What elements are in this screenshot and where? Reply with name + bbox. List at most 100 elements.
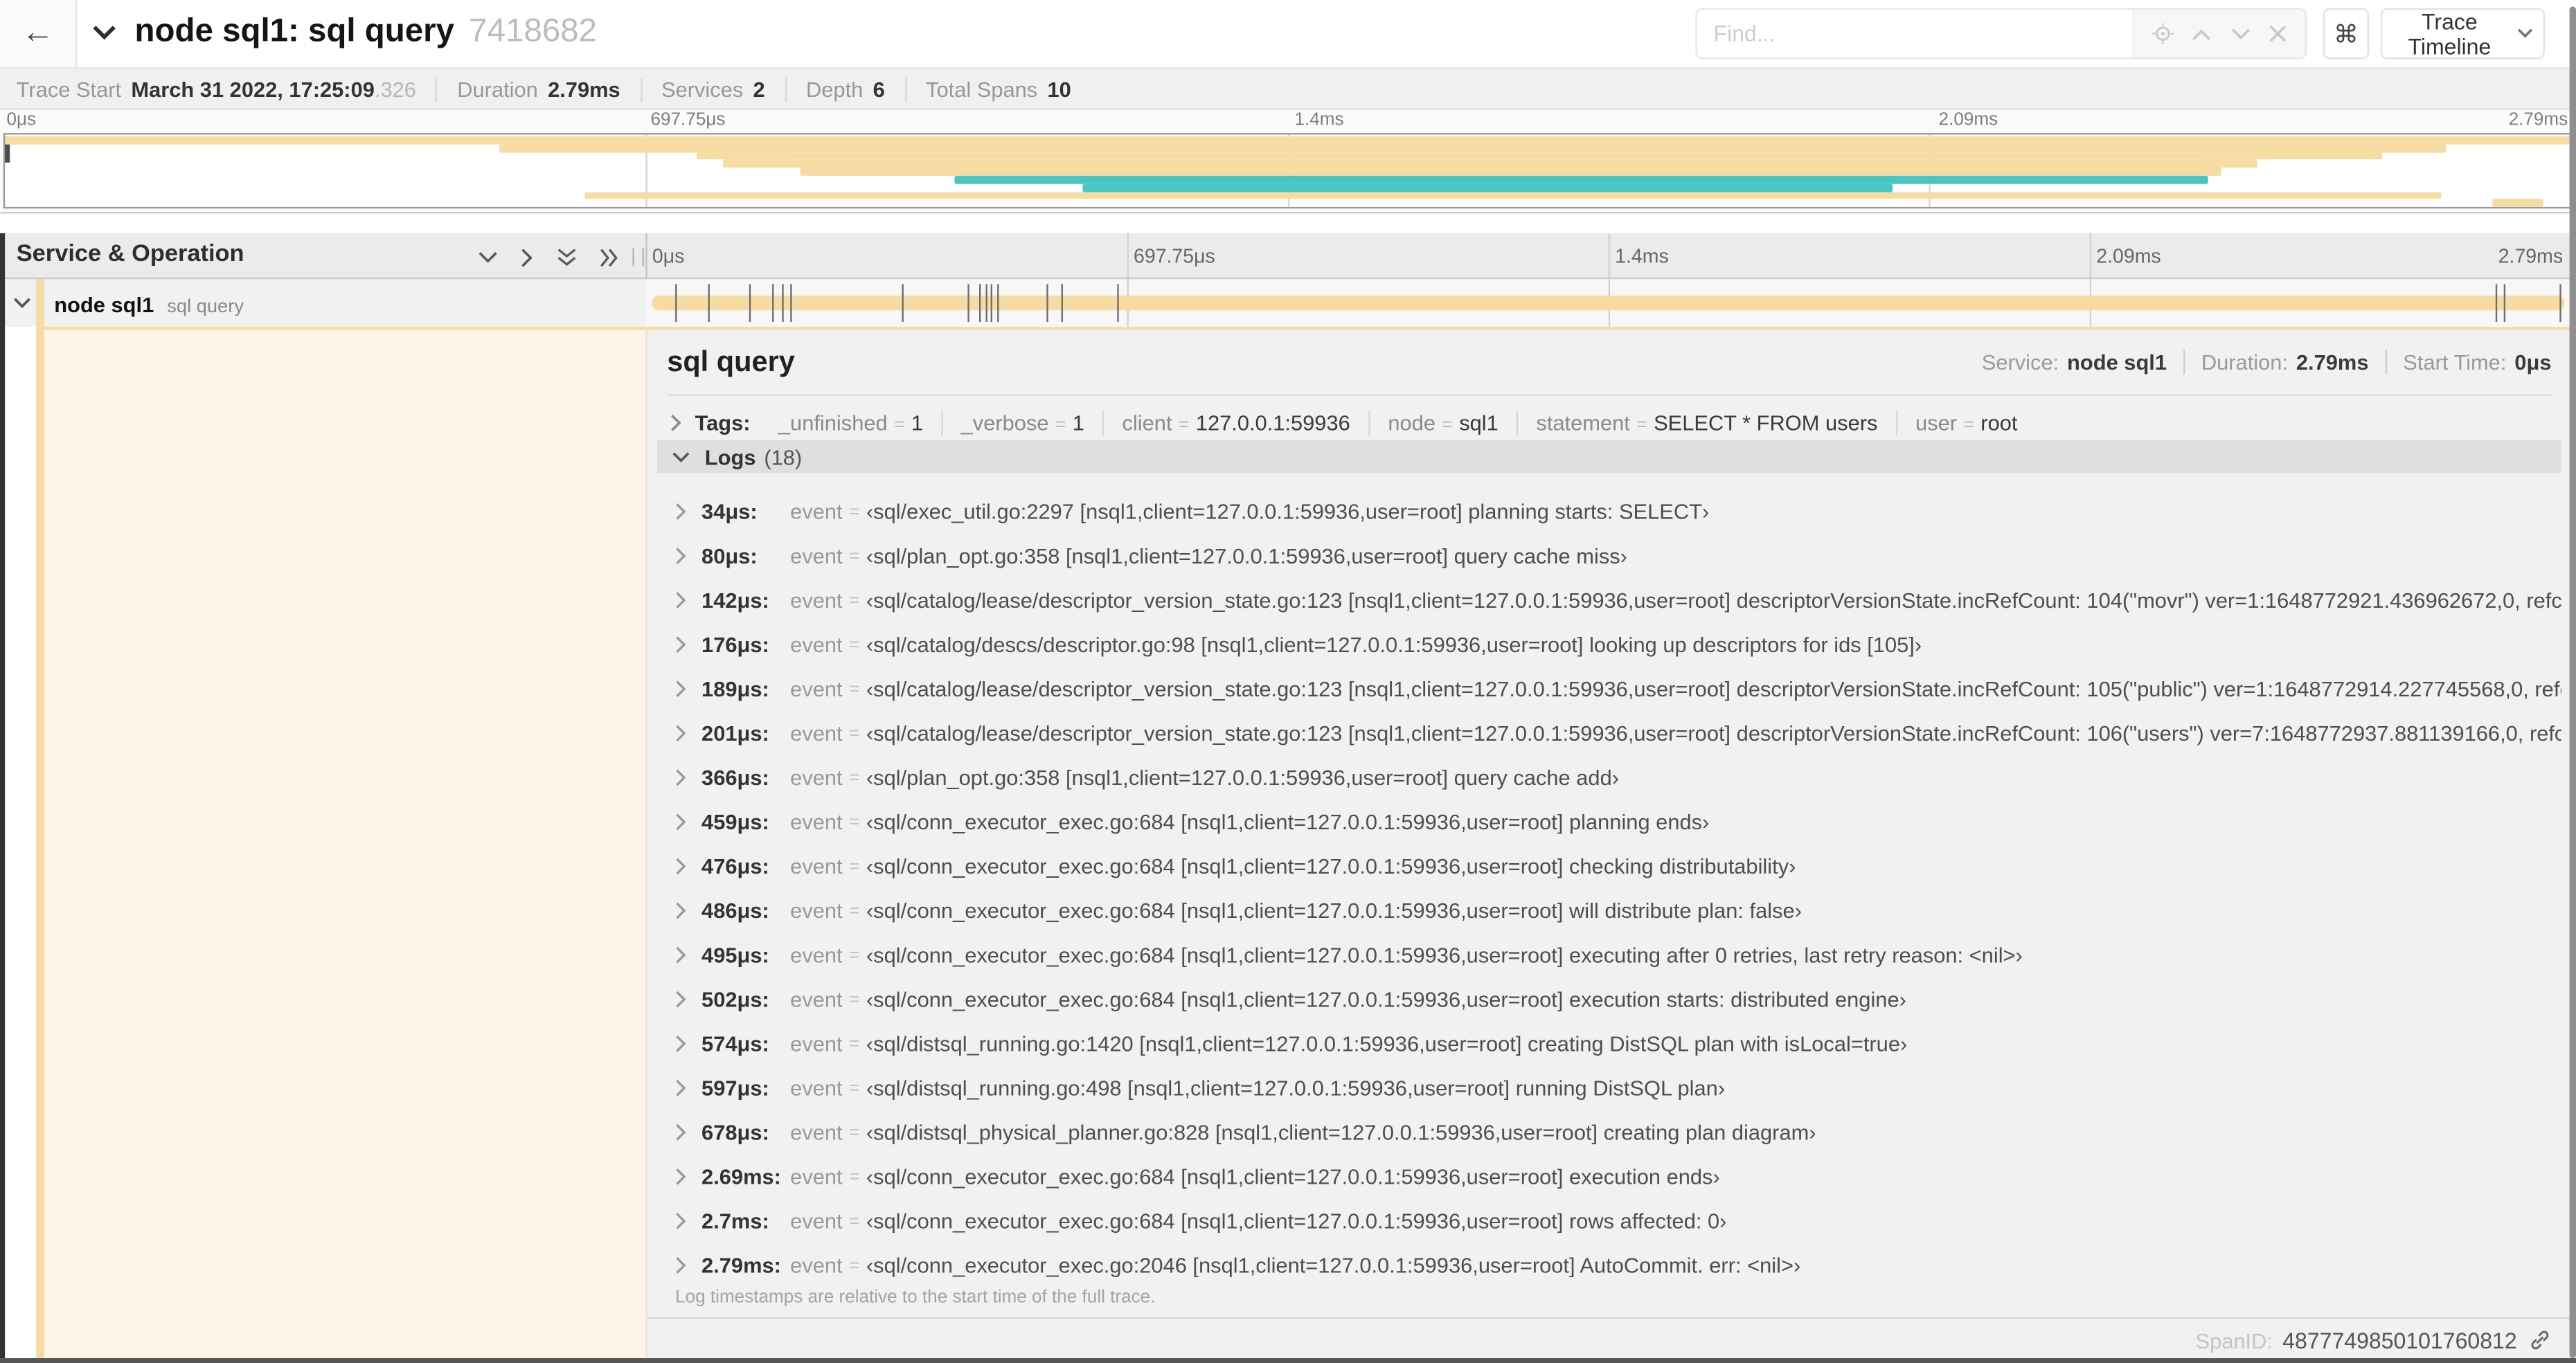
back-button[interactable]: ← (0, 0, 78, 68)
expand-one-icon[interactable] (521, 248, 534, 267)
expand-log-icon[interactable] (675, 1256, 687, 1274)
clear-find-icon[interactable] (2269, 25, 2287, 43)
timeline-tick-label: 697.75μs (1134, 244, 1215, 268)
expand-tags-icon[interactable] (670, 413, 682, 431)
expand-log-icon[interactable] (675, 813, 687, 831)
log-entry[interactable]: 142μs: event = ‹sql/catalog/lease/descri… (657, 578, 2561, 622)
logs-section-header[interactable]: Logs (18) (657, 440, 2561, 473)
expand-log-icon[interactable] (675, 991, 687, 1009)
log-timestamp: 574μs: (701, 1031, 769, 1056)
collapse-one-icon[interactable] (478, 251, 497, 264)
log-entry[interactable]: 678μs: event = ‹sql/distsql_physical_pla… (657, 1110, 2561, 1155)
timeline-tick-label: 0μs (652, 244, 685, 268)
equals-sign: = (849, 723, 860, 743)
keyboard-shortcuts-button[interactable]: ⌘ (2323, 8, 2370, 60)
tag-item: statement = SELECT * FROM users (1518, 409, 1897, 435)
tag-item: _verbose = 1 (943, 409, 1104, 435)
log-entry[interactable]: 574μs: event = ‹sql/distsql_running.go:1… (657, 1022, 2561, 1066)
tag-item: user = root (1897, 410, 2036, 435)
timeline-tick-label: 2.79ms (2508, 109, 2568, 130)
vertical-scrollbar[interactable] (2569, 6, 2576, 1359)
log-value: ‹sql/conn_executor_exec.go:684 [nsql1,cl… (866, 854, 1796, 879)
tags-items: _unfinished = 1 _verbose = 1 client = 127.0.0.1:… (760, 409, 2036, 435)
collapse-trace-icon[interactable] (92, 25, 117, 42)
timeline-minimap[interactable]: 0μs 697.75μs 1.4ms 2.09ms 2.79ms (0, 109, 2576, 214)
expand-log-icon[interactable] (675, 1212, 687, 1230)
find-prev-icon[interactable] (2192, 27, 2212, 40)
log-entry[interactable]: 189μs: event = ‹sql/catalog/lease/descri… (657, 667, 2561, 711)
logs-label: Logs (704, 444, 756, 469)
log-entry[interactable]: 459μs: event = ‹sql/conn_executor_exec.g… (657, 800, 2561, 844)
log-entry[interactable]: 201μs: event = ‹sql/catalog/lease/descri… (657, 711, 2561, 755)
expand-log-icon[interactable] (675, 857, 687, 875)
minimap-span (697, 152, 2383, 161)
log-entry[interactable]: 476μs: event = ‹sql/conn_executor_exec.g… (657, 844, 2561, 888)
column-resize-handle[interactable] (632, 248, 645, 267)
view-options-label: Trace Timeline (2408, 9, 2492, 59)
expand-log-icon[interactable] (675, 1035, 687, 1053)
expand-log-icon[interactable] (675, 591, 687, 609)
expand-log-icon[interactable] (675, 1123, 687, 1141)
log-entry[interactable]: 502μs: event = ‹sql/conn_executor_exec.g… (657, 977, 2561, 1022)
equals-sign: = (1963, 415, 1974, 435)
find-next-icon[interactable] (2230, 27, 2250, 40)
tags-row[interactable]: Tags: _unfinished = 1 _verbose = 1 client = 127.… (663, 404, 2551, 440)
log-entry[interactable]: 366μs: event = ‹sql/plan_opt.go:358 [nsq… (657, 755, 2561, 800)
equals-sign: = (894, 415, 905, 435)
collapse-children-icon[interactable] (13, 297, 31, 309)
detail-meta-item: Duration: 2.79ms (2185, 350, 2387, 374)
log-entry[interactable]: 2.69ms: event = ‹sql/conn_executor_exec.… (657, 1155, 2561, 1199)
summary-item: Duration 2.79ms (457, 76, 642, 101)
expand-log-icon[interactable] (675, 946, 687, 964)
log-entry[interactable]: 495μs: event = ‹sql/conn_executor_exec.g… (657, 933, 2561, 977)
expand-log-icon[interactable] (675, 635, 687, 653)
copy-link-icon[interactable] (2528, 1328, 2551, 1351)
collapse-all-icon[interactable] (557, 248, 576, 267)
log-field-name: event (790, 898, 843, 923)
log-entry[interactable]: 2.7ms: event = ‹sql/conn_executor_exec.g… (657, 1199, 2561, 1243)
equals-sign: = (849, 1122, 860, 1143)
log-field-name: event (790, 1209, 843, 1234)
detail-bottom-divider (647, 1317, 2571, 1319)
ruler-gridline (2089, 233, 2092, 278)
collapse-logs-icon[interactable] (672, 451, 690, 462)
trace-id: 7418682 (469, 12, 598, 50)
log-marker (985, 284, 987, 323)
tag-key: client (1122, 409, 1172, 435)
log-field-name: event (790, 1075, 843, 1101)
expand-log-icon[interactable] (675, 724, 687, 742)
expand-log-icon[interactable] (675, 768, 687, 786)
log-entry[interactable]: 2.79ms: event = ‹sql/conn_executor_exec.… (657, 1243, 2561, 1288)
locate-icon[interactable] (2152, 23, 2174, 45)
log-entry[interactable]: 176μs: event = ‹sql/catalog/descs/descri… (657, 622, 2561, 667)
log-field-name: event (790, 632, 843, 657)
equals-sign: = (1636, 415, 1647, 435)
expand-all-icon[interactable] (600, 248, 619, 267)
log-entry[interactable]: 34μs: event = ‹sql/exec_util.go:2297 [ns… (657, 489, 2561, 534)
expand-log-icon[interactable] (675, 503, 687, 521)
expand-log-icon[interactable] (675, 1168, 687, 1186)
find-input[interactable] (1697, 10, 2133, 58)
log-field-name: event (790, 1031, 843, 1056)
equals-sign: = (849, 1166, 860, 1187)
minimap-canvas[interactable] (3, 133, 2571, 209)
expand-log-icon[interactable] (675, 680, 687, 698)
log-value: ‹sql/plan_opt.go:358 [nsql1,client=127.0… (866, 765, 1620, 791)
span-row-bar-cell[interactable] (645, 279, 2571, 327)
operation-name: sql query (167, 297, 244, 317)
expand-log-icon[interactable] (675, 1079, 687, 1097)
span-row-name-cell[interactable]: node sql1 sql query (0, 279, 646, 327)
log-marker (1116, 284, 1119, 323)
log-timestamp: 80μs: (701, 543, 758, 568)
equals-sign: = (849, 1033, 860, 1054)
log-entry[interactable]: 486μs: event = ‹sql/conn_executor_exec.g… (657, 889, 2561, 933)
log-entry[interactable]: 597μs: event = ‹sql/distsql_running.go:4… (657, 1066, 2561, 1110)
log-value: ‹sql/exec_util.go:2297 [nsql1,client=127… (866, 499, 1710, 524)
expand-log-icon[interactable] (675, 902, 687, 920)
tag-value: 127.0.0.1:59936 (1195, 409, 1350, 435)
log-entry[interactable]: 80μs: event = ‹sql/plan_opt.go:358 [nsql… (657, 534, 2561, 578)
log-timestamp: 678μs: (701, 1120, 769, 1145)
expand-log-icon[interactable] (675, 547, 687, 565)
ruler-gridline (1127, 233, 1129, 278)
view-options-dropdown[interactable]: Trace Timeline (2380, 8, 2546, 60)
